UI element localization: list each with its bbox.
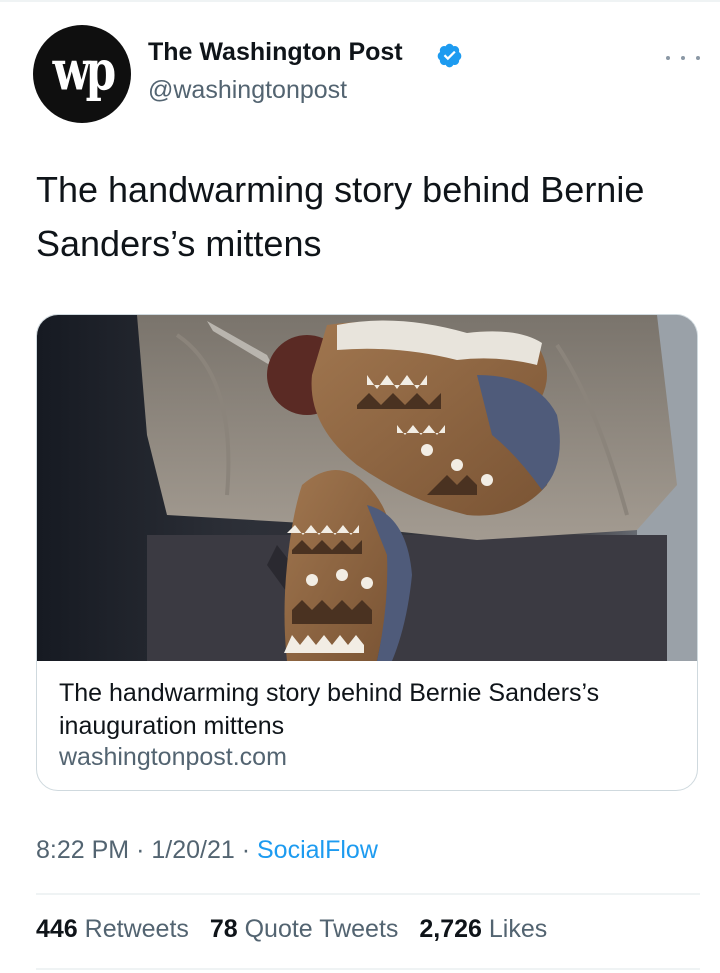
top-divider (0, 0, 720, 2)
meta-separator: · (241, 836, 251, 864)
display-name[interactable]: The Washington Post (148, 38, 403, 67)
tweet-stats: 446 Retweets 78 Quote Tweets 2,726 Likes (36, 915, 561, 944)
likes-count: 2,726 (419, 915, 482, 943)
link-card[interactable]: The handwarming story behind Bernie Sand… (36, 314, 698, 791)
tweet-text: The handwarming story behind Bernie Sand… (36, 169, 645, 264)
divider (36, 968, 700, 970)
likes-stat[interactable]: 2,726 Likes (419, 915, 547, 943)
tweet-time[interactable]: 8:22 PM (36, 836, 129, 864)
retweets-label: Retweets (84, 915, 189, 943)
verified-badge-icon (437, 43, 462, 68)
tweet-date[interactable]: 1/20/21 (151, 836, 234, 864)
card-title: The handwarming story behind Bernie Sand… (59, 679, 600, 740)
quotes-label: Quote Tweets (244, 915, 399, 943)
tweet-source-link[interactable]: SocialFlow (257, 836, 378, 864)
tweet-meta: 8:22 PM · 1/20/21 · SocialFlow (36, 836, 378, 865)
meta-separator: · (136, 836, 145, 864)
avatar[interactable]: wp (33, 25, 131, 123)
quote-tweets-stat[interactable]: 78 Quote Tweets (210, 915, 399, 943)
more-options-icon[interactable] (666, 48, 700, 68)
card-domain: washingtonpost.com (59, 743, 287, 771)
divider (36, 893, 700, 895)
account-handle[interactable]: @washingtonpost (148, 76, 347, 105)
avatar-logo-text: wp (52, 39, 117, 104)
retweets-stat[interactable]: 446 Retweets (36, 915, 189, 943)
retweets-count: 446 (36, 915, 78, 943)
quotes-count: 78 (209, 915, 238, 943)
likes-label: Likes (488, 915, 548, 943)
card-image (37, 315, 697, 661)
